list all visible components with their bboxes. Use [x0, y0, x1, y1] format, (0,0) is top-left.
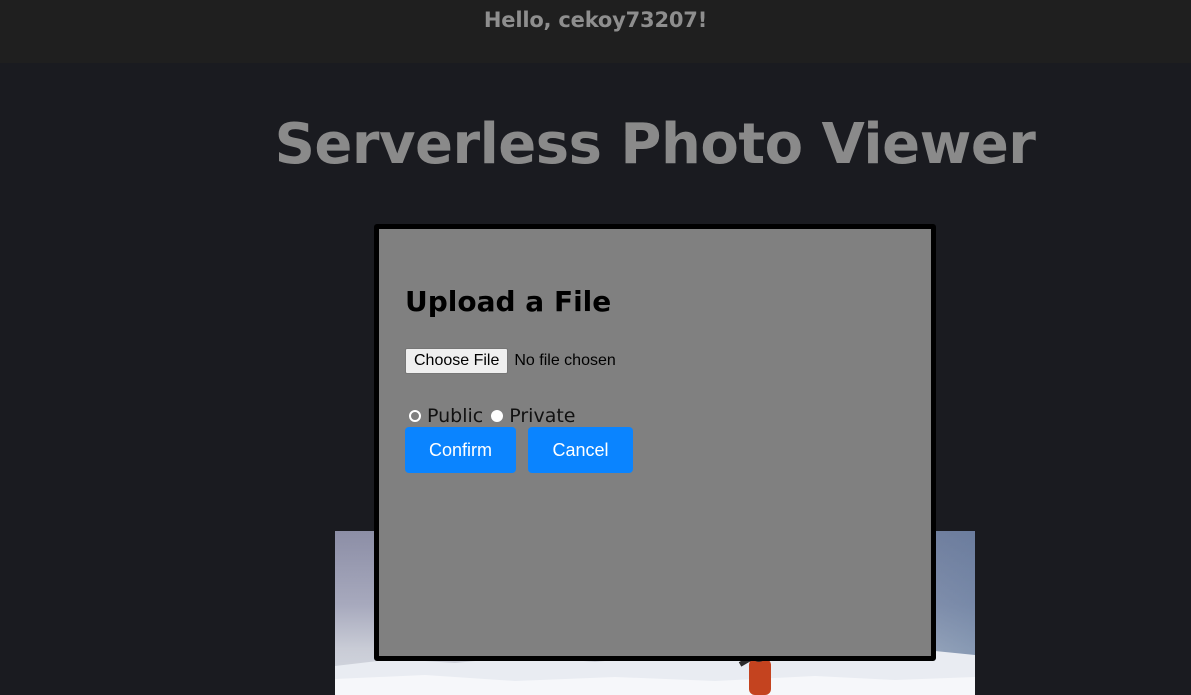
private-radio-label[interactable]: Private [509, 405, 575, 427]
choose-file-button[interactable]: Choose File [405, 348, 509, 374]
user-greeting: Hello, cekoy73207! [483, 8, 708, 32]
top-bar: Hello, cekoy73207! [0, 0, 1191, 63]
file-input[interactable]: Choose File No file chosen [405, 348, 616, 374]
private-radio[interactable] [491, 410, 504, 422]
public-radio-label[interactable]: Public [427, 405, 483, 427]
visibility-radio-group: Public Private [409, 405, 583, 427]
file-status-text: No file chosen [514, 352, 616, 369]
modal-title: Upload a File [405, 285, 612, 318]
upload-modal: Upload a File Choose File No file chosen… [374, 224, 936, 661]
cancel-button[interactable]: Cancel [528, 427, 633, 473]
confirm-button[interactable]: Confirm [405, 427, 516, 473]
public-radio[interactable] [409, 410, 421, 422]
page-title: Serverless Photo Viewer [274, 112, 1036, 177]
